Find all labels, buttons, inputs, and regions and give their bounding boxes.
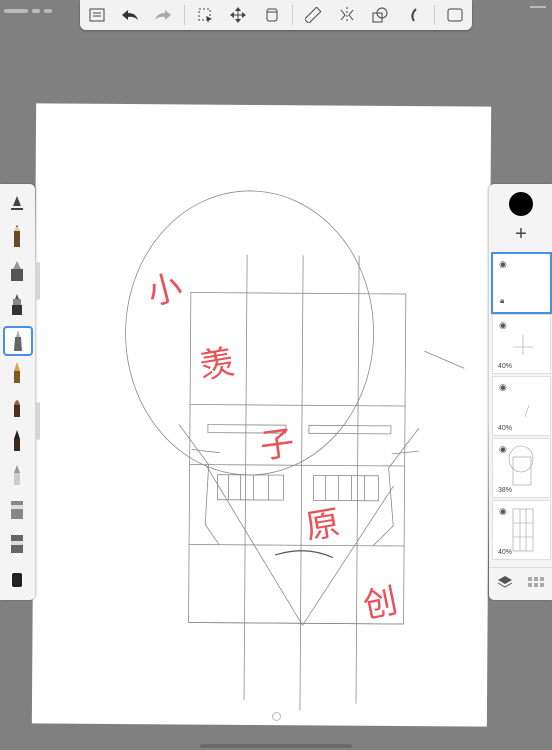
- fullscreen-icon[interactable]: [442, 2, 468, 28]
- layers-panel: + ◉ 🔒︎ ◉ 40% ◉ 40% ◉ 38% ◉ 40%: [489, 184, 552, 600]
- gallery-icon[interactable]: [84, 2, 110, 28]
- curve-icon[interactable]: [400, 2, 426, 28]
- shapes-icon[interactable]: [367, 2, 393, 28]
- brush-settings-icon[interactable]: [4, 190, 30, 216]
- layer-thumbnail[interactable]: ◉ 40%: [492, 314, 551, 374]
- transform-icon[interactable]: [225, 2, 251, 28]
- status-bar-left: [4, 0, 74, 13]
- watermark-char: 子: [257, 423, 297, 468]
- brush-size-slider[interactable]: [36, 262, 40, 300]
- brush-library-panel: [0, 184, 35, 600]
- fill-icon[interactable]: [4, 564, 30, 590]
- ruler-icon[interactable]: [300, 2, 326, 28]
- airbrush-icon[interactable]: [4, 292, 30, 318]
- eraser-icon[interactable]: [4, 530, 30, 556]
- grid-view-icon[interactable]: [528, 576, 545, 594]
- face-sketch: [125, 190, 465, 711]
- drawing-canvas[interactable]: 小 羡 子 原 创: [31, 103, 492, 727]
- toolbar-divider: [433, 5, 435, 25]
- chisel-brush-icon[interactable]: [4, 428, 30, 454]
- toolbar-divider: [292, 5, 294, 25]
- soft-brush-icon[interactable]: [4, 462, 30, 488]
- smudge-icon[interactable]: [4, 496, 30, 522]
- layers-footer: [489, 567, 552, 601]
- toolbar-divider: [183, 5, 185, 25]
- layer-opacity: 40%: [498, 549, 513, 556]
- layer-thumbnail[interactable]: ◉ 40%: [492, 500, 551, 560]
- layer-opacity: 38%: [498, 487, 513, 494]
- redo-icon[interactable]: [150, 2, 176, 28]
- crop-icon[interactable]: [259, 2, 285, 28]
- paint-brush-icon[interactable]: [4, 394, 30, 420]
- canvas-page-indicator: [272, 712, 281, 721]
- selection-icon[interactable]: [192, 2, 218, 28]
- layer-thumbnail[interactable]: ◉ 38%: [492, 438, 551, 498]
- color-swatch[interactable]: [509, 192, 533, 216]
- undo-icon[interactable]: [117, 2, 143, 28]
- top-toolbar: [80, 0, 472, 30]
- lock-icon: 🔒︎: [500, 296, 505, 305]
- battery-icon: [530, 0, 546, 8]
- home-indicator[interactable]: [200, 744, 352, 748]
- layer-thumbnail[interactable]: ◉ 40%: [492, 376, 551, 436]
- ink-pen-icon[interactable]: [4, 360, 30, 386]
- layer-opacity: 40%: [498, 363, 513, 370]
- pencil-icon[interactable]: [4, 224, 30, 250]
- marker-icon[interactable]: [4, 258, 30, 284]
- add-layer-button[interactable]: +: [511, 224, 531, 244]
- fineliner-icon[interactable]: [3, 326, 33, 356]
- layer-thumbnail[interactable]: ◉ 🔒︎: [491, 252, 552, 314]
- layers-stack-icon[interactable]: [497, 575, 513, 594]
- layer-opacity: 40%: [498, 425, 513, 432]
- symmetry-icon[interactable]: [334, 2, 360, 28]
- brush-opacity-slider[interactable]: [36, 402, 40, 440]
- visibility-eye-icon[interactable]: ◉: [499, 259, 507, 270]
